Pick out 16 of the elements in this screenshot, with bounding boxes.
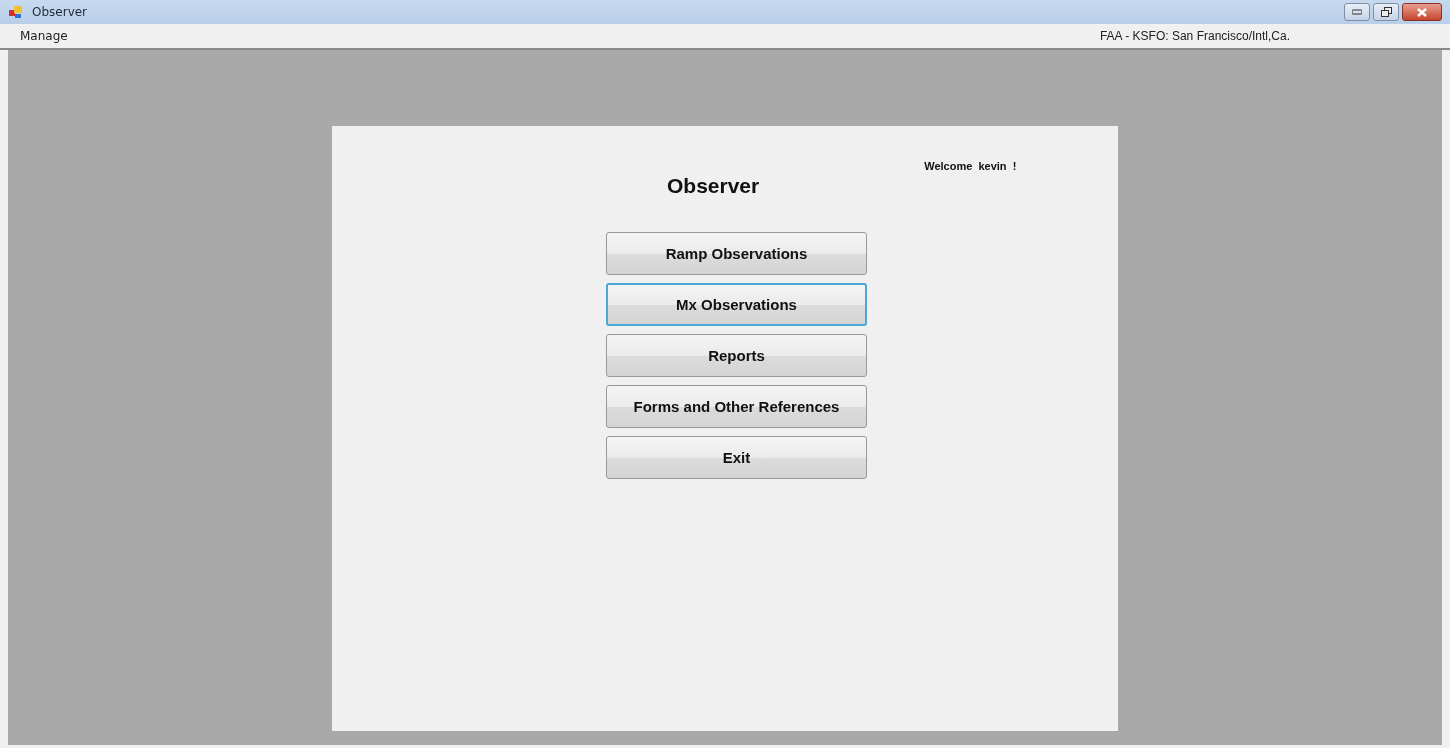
- location-label: FAA - KSFO: San Francisco/Intl,Ca.: [1099, 29, 1290, 43]
- close-button[interactable]: [1402, 3, 1442, 21]
- close-icon: [1417, 7, 1427, 17]
- restore-button[interactable]: [1373, 3, 1399, 21]
- minimize-icon: [1352, 9, 1362, 15]
- menu-button[interactable]: Ramp Observations: [606, 232, 867, 275]
- window-title: Observer: [32, 5, 88, 19]
- app-heading: Observer: [667, 174, 760, 198]
- menu-item[interactable]: Manage: [20, 29, 68, 43]
- restore-icon: [1380, 7, 1392, 17]
- menu-button[interactable]: Mx Observations: [606, 283, 867, 326]
- menu-button[interactable]: Exit: [606, 436, 867, 479]
- app-icon: [8, 4, 24, 20]
- welcome-text: Welcome kevin !: [924, 160, 1017, 172]
- menu-button[interactable]: Forms and Other References: [606, 385, 867, 428]
- menu-button[interactable]: Reports: [606, 334, 867, 377]
